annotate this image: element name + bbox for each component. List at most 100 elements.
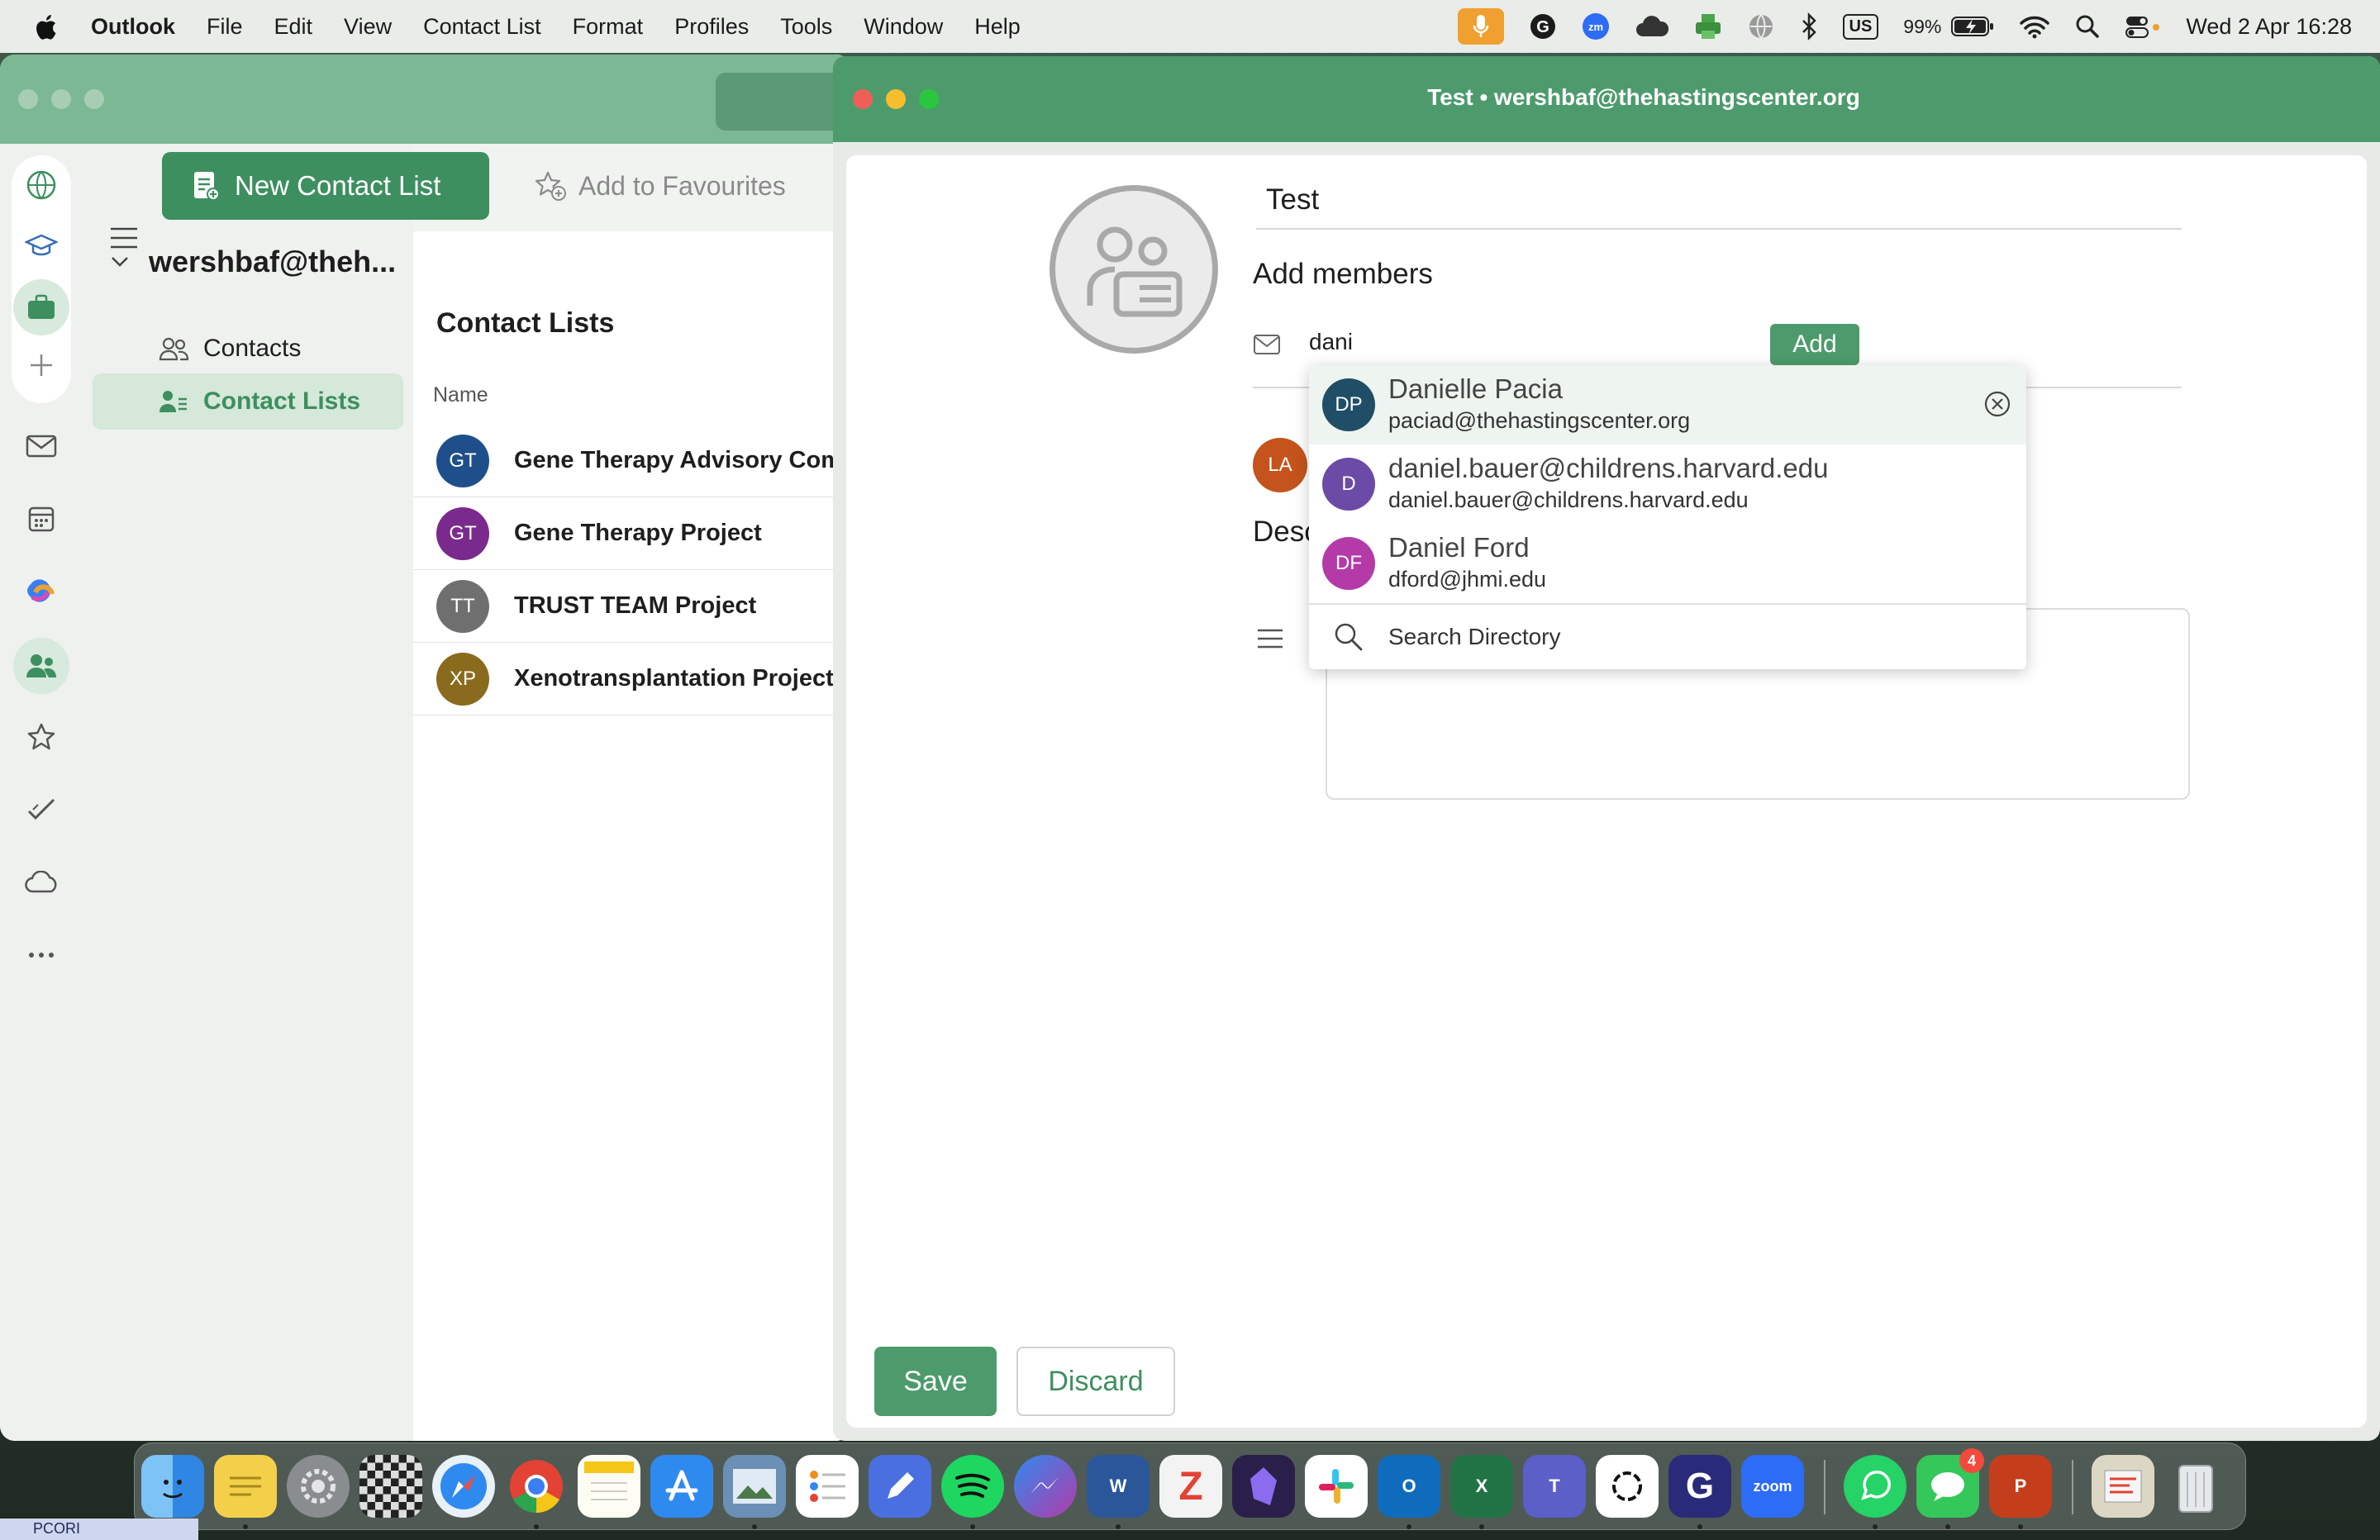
more-apps-icon[interactable] — [21, 935, 61, 975]
chevron-down-icon[interactable] — [111, 256, 129, 268]
discard-button[interactable]: Discard — [1016, 1347, 1175, 1416]
suggestion-item[interactable]: D daniel.bauer@childrens.harvard.edu dan… — [1309, 444, 2026, 524]
remove-suggestion-icon[interactable] — [1983, 390, 2011, 422]
add-member-input[interactable] — [1309, 319, 1755, 365]
list-name-field[interactable] — [1256, 172, 2182, 230]
finder-icon[interactable] — [141, 1455, 204, 1518]
printer-icon[interactable] — [1694, 12, 1722, 40]
menu-window[interactable]: Window — [864, 14, 943, 40]
outlook-main-window: New Contact List Add to Favourites wersh… — [0, 55, 851, 1441]
menu-help[interactable]: Help — [974, 14, 1021, 40]
bluetooth-icon[interactable] — [1800, 12, 1818, 40]
stickies-icon[interactable] — [214, 1455, 277, 1518]
preview-icon[interactable] — [723, 1455, 786, 1518]
grammarly-icon[interactable]: G — [1529, 12, 1557, 40]
menu-file[interactable]: File — [207, 14, 243, 40]
list-row[interactable]: TT TRUST TEAM Project — [413, 570, 851, 643]
account-folder[interactable]: wershbaf@theh... — [111, 245, 396, 279]
battery-icon[interactable] — [1951, 16, 1994, 37]
whatsapp-icon[interactable] — [1844, 1455, 1906, 1518]
slack-icon[interactable] — [1305, 1455, 1368, 1518]
briefcase-account-icon[interactable] — [13, 279, 69, 335]
contact-list-icon — [159, 389, 188, 414]
spotlight-search-icon[interactable] — [2075, 14, 2100, 39]
powerpoint-icon[interactable]: P — [1989, 1455, 2052, 1518]
obsidian-icon[interactable] — [1232, 1455, 1295, 1518]
people-icon[interactable] — [13, 638, 69, 694]
excel-icon[interactable]: X — [1450, 1455, 1513, 1518]
chess-icon[interactable] — [359, 1455, 422, 1518]
teams-icon[interactable]: T — [1523, 1455, 1586, 1518]
menu-edit[interactable]: Edit — [274, 14, 313, 40]
downloads-stack-icon[interactable] — [2092, 1455, 2154, 1518]
spotify-icon[interactable] — [941, 1455, 1004, 1518]
microphone-icon[interactable] — [1457, 8, 1504, 45]
copilot-icon[interactable] — [21, 572, 61, 611]
menu-profiles[interactable]: Profiles — [674, 14, 749, 40]
running-indicator — [752, 1524, 757, 1529]
main-minimize-button[interactable] — [51, 89, 71, 109]
column-header-name[interactable]: Name — [433, 383, 488, 407]
group-avatar-icon[interactable] — [1050, 185, 1218, 354]
main-window-controls — [18, 89, 117, 109]
cloud-icon[interactable] — [1635, 15, 1669, 38]
menu-app-outlook[interactable]: Outlook — [91, 14, 175, 40]
text-lines-icon — [1256, 628, 1284, 654]
apple-menu-icon[interactable] — [31, 12, 58, 40]
list-row[interactable]: GT Gene Therapy Project — [413, 497, 851, 570]
mail-icon[interactable] — [21, 426, 61, 466]
running-indicator — [1873, 1524, 1878, 1529]
outlook-icon[interactable]: O — [1378, 1455, 1440, 1518]
suggestion-item[interactable]: DP Danielle Pacia paciad@thehastingscent… — [1309, 365, 2026, 444]
control-center-icon[interactable] — [2125, 14, 2161, 39]
list-row[interactable]: GT Gene Therapy Advisory Comm — [413, 425, 851, 497]
menu-tools[interactable]: Tools — [780, 14, 832, 40]
suggestion-name: Danielle Pacia — [1388, 373, 1563, 404]
nav-item-contact-lists[interactable]: Contact Lists — [93, 373, 403, 430]
grammarly-dock-icon[interactable]: G — [1668, 1455, 1731, 1518]
chatgpt-icon[interactable] — [1596, 1455, 1659, 1518]
graduation-cap-icon[interactable] — [21, 226, 61, 266]
member-avatar[interactable]: LA — [1253, 438, 1307, 492]
word-icon[interactable]: W — [1087, 1455, 1150, 1518]
zotero-icon[interactable]: Z — [1159, 1455, 1222, 1518]
wifi-icon[interactable] — [2019, 14, 2050, 39]
search-directory-option[interactable]: Search Directory — [1309, 603, 2026, 669]
globe-status-icon[interactable] — [1747, 12, 1775, 40]
main-search-field[interactable] — [716, 73, 851, 131]
system-settings-icon[interactable] — [287, 1455, 350, 1518]
calendar-icon[interactable] — [21, 499, 61, 539]
add-member-button[interactable]: Add — [1770, 324, 1859, 365]
main-zoom-button[interactable] — [84, 89, 104, 109]
app-store-icon[interactable] — [650, 1455, 713, 1518]
add-to-favourites-button[interactable]: Add to Favourites — [534, 170, 786, 202]
list-row[interactable]: XP Xenotransplantation Project — [413, 643, 851, 715]
messenger-icon[interactable] — [1014, 1455, 1077, 1518]
favourites-star-icon[interactable] — [21, 717, 61, 757]
add-account-icon[interactable] — [21, 345, 61, 385]
suggestion-item[interactable]: DF Daniel Ford dford@jhmi.edu — [1309, 524, 2026, 603]
pencil-app-icon[interactable] — [869, 1455, 931, 1518]
zoom-icon[interactable]: zoom — [1741, 1455, 1804, 1518]
todo-check-icon[interactable] — [21, 790, 61, 829]
menu-view[interactable]: View — [344, 14, 392, 40]
onedrive-cloud-icon[interactable] — [21, 863, 61, 902]
zoom-status-icon[interactable]: zm — [1582, 12, 1610, 40]
chrome-icon[interactable] — [505, 1455, 568, 1518]
nav-item-contacts[interactable]: Contacts — [93, 321, 403, 377]
trash-icon[interactable] — [2164, 1455, 2227, 1518]
reminders-icon[interactable] — [796, 1455, 859, 1518]
messages-icon[interactable]: 4 — [1916, 1448, 1984, 1518]
menu-format[interactable]: Format — [573, 14, 644, 40]
new-contact-list-icon — [192, 169, 220, 202]
notes-icon[interactable] — [578, 1455, 640, 1518]
clock[interactable]: Wed 2 Apr 16:28 — [2186, 14, 2352, 40]
globe-account-icon[interactable] — [21, 165, 61, 205]
menu-contact-list[interactable]: Contact List — [423, 14, 541, 40]
list-row-name: Gene Therapy Advisory Comm — [514, 447, 851, 473]
new-contact-list-button[interactable]: New Contact List — [162, 152, 489, 220]
main-close-button[interactable] — [18, 89, 38, 109]
safari-icon[interactable] — [432, 1455, 495, 1518]
save-button[interactable]: Save — [874, 1347, 997, 1416]
keyboard-input-indicator[interactable]: US — [1842, 13, 1879, 40]
